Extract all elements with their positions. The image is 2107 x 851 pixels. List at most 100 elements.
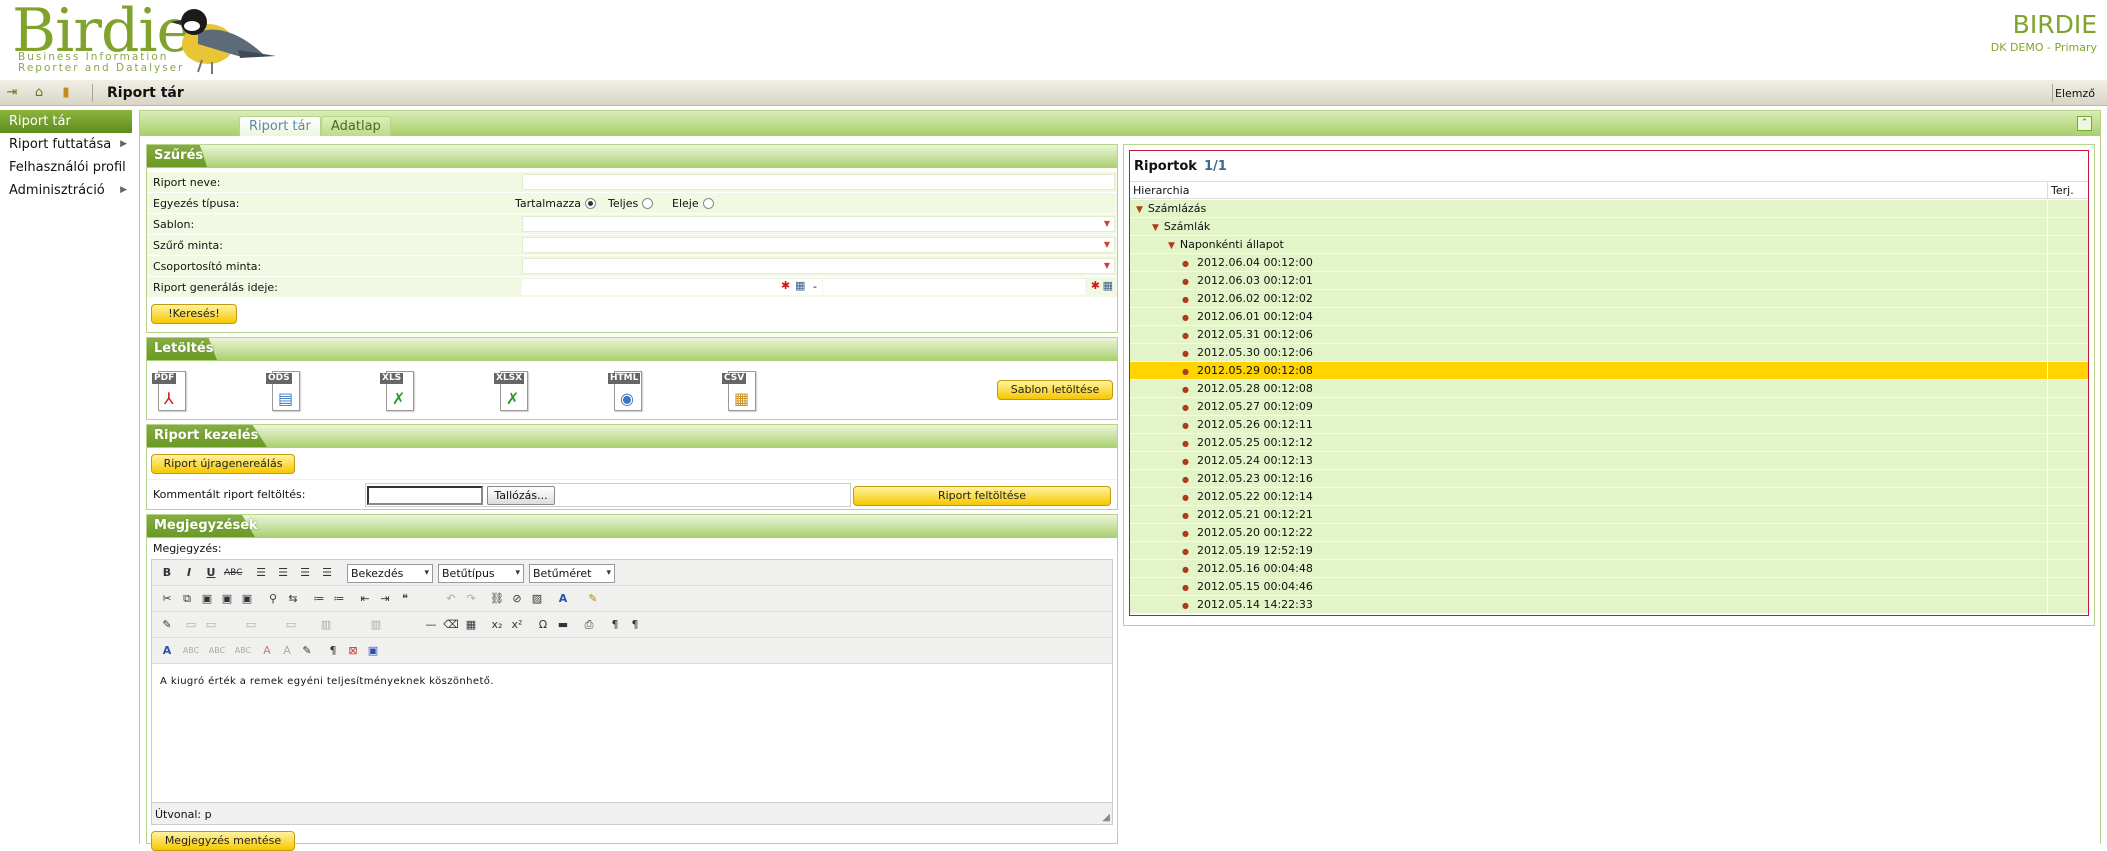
report-entry-row[interactable]: ● 2012.05.24 00:12:13 [1130,452,2088,470]
match-option-contains[interactable]: Tartalmazza [515,197,597,210]
tree-folder-row[interactable]: ▼ Naponkénti állapot [1130,236,2088,254]
expand-triangle-icon[interactable]: ▼ [1136,205,1143,215]
match-option-start[interactable]: Eleje [672,197,714,210]
image-icon[interactable]: ▨ [528,590,546,608]
save-note-button[interactable]: Megjegyzés mentése [151,831,295,851]
ods-download-icon[interactable]: ODS ▤ [266,369,302,413]
csv-download-icon[interactable]: CSV ▦ [722,369,758,413]
report-entry-row[interactable]: ● 2012.05.15 00:04:46 [1130,578,2088,596]
upload-file-input[interactable] [367,486,483,505]
blockquote-icon[interactable]: ❝ [396,590,414,608]
report-name-input[interactable] [522,174,1115,190]
report-entry-row[interactable]: ● 2012.05.22 00:12:14 [1130,488,2088,506]
xlsx-download-icon[interactable]: XLSX ✗ [494,369,530,413]
paste-text-icon[interactable]: ▣ [218,590,236,608]
report-entry-row[interactable]: ● 2012.05.30 00:12:06 [1130,344,2088,362]
edit-icon[interactable]: ✎ [158,616,176,634]
sidebar-item-report-store[interactable]: Riport tár [0,110,132,133]
clear-date-icon[interactable]: ✱ [1091,279,1100,292]
abbr-icon[interactable]: ABC [208,642,226,660]
column-header-hierarchy[interactable]: Hierarchia [1133,182,1189,199]
report-entry-row[interactable]: ● 2012.05.21 00:12:21 [1130,506,2088,524]
strikethrough-icon[interactable]: ABC [224,564,242,582]
font-family-select[interactable]: Betűtípus [438,564,524,583]
styles-icon[interactable]: A [158,642,176,660]
show-blocks-icon[interactable]: ¶ [324,642,342,660]
report-entry-row[interactable]: ● 2012.05.26 00:12:11 [1130,416,2088,434]
report-entry-row[interactable]: ● 2012.05.16 00:04:48 [1130,560,2088,578]
horizontal-rule-icon[interactable]: — [422,616,440,634]
find-icon[interactable]: ⚲ [264,590,282,608]
align-left-icon[interactable]: ☰ [252,564,270,582]
browse-button[interactable]: Tallózás... [487,486,555,505]
link-icon[interactable]: ⛓ [488,590,506,608]
paste-word-icon[interactable]: ▣ [238,590,256,608]
date-from-input[interactable] [522,279,822,295]
subscript-icon[interactable]: x₂ [488,616,506,634]
match-option-full[interactable]: Teljes [608,197,654,210]
print-icon[interactable]: ⎙ [580,616,598,634]
report-entry-row[interactable]: ● 2012.06.03 00:12:01 [1130,272,2088,290]
nonbreaking-icon[interactable]: ⊠ [344,642,362,660]
report-entry-row[interactable]: ● 2012.05.27 00:12:09 [1130,398,2088,416]
rtl-icon[interactable]: ¶ [626,616,644,634]
italic-icon[interactable]: I [180,564,198,582]
radio-icon[interactable] [702,198,714,209]
merge-cells-icon[interactable]: ▥ [317,616,335,634]
table-cell-icon[interactable]: ▭ [282,616,300,634]
text-color-icon[interactable]: A [554,590,572,608]
collapse-up-icon[interactable]: ⌃ [2077,116,2092,131]
search-button[interactable]: !Keresés! [151,304,237,324]
report-entry-row[interactable]: ● 2012.05.20 00:12:22 [1130,524,2088,542]
redo-icon[interactable]: ↷ [462,590,480,608]
report-entry-row[interactable]: ● 2012.06.02 00:12:02 [1130,290,2088,308]
export-icon[interactable]: ⇥ [4,86,20,100]
report-entry-row[interactable]: ● 2012.05.25 00:12:12 [1130,434,2088,452]
download-template-button[interactable]: Sablon letöltése [997,380,1113,400]
attributes-icon[interactable]: ✎ [298,642,316,660]
del-icon[interactable]: A [258,642,276,660]
indent-icon[interactable]: ⇥ [376,590,394,608]
report-entry-row[interactable]: ● 2012.06.01 00:12:04 [1130,308,2088,326]
outdent-icon[interactable]: ⇤ [356,590,374,608]
report-entry-row[interactable]: ● 2012.05.29 00:12:08 [1130,362,2088,380]
radio-icon[interactable] [642,198,654,209]
report-entry-row[interactable]: ● 2012.06.04 00:12:00 [1130,254,2088,272]
filter-template-select[interactable]: ▼ [522,237,1115,253]
expand-triangle-icon[interactable]: ▼ [1152,223,1159,233]
align-center-icon[interactable]: ☰ [274,564,292,582]
report-entry-row[interactable]: ● 2012.05.28 00:12:08 [1130,380,2088,398]
template-icon[interactable]: ▣ [364,642,382,660]
split-cells-icon[interactable]: ▥ [367,616,385,634]
sidebar-item-run-report[interactable]: Riport futtatása ▶ [0,133,132,156]
expand-triangle-icon[interactable]: ▼ [1168,241,1175,251]
table-row-icon[interactable]: ▭ [202,616,220,634]
ins-icon[interactable]: A [278,642,296,660]
ltr-icon[interactable]: ¶ [606,616,624,634]
align-justify-icon[interactable]: ☰ [318,564,336,582]
table-icon[interactable]: ▭ [182,616,200,634]
report-entry-row[interactable]: ● 2012.05.14 14:22:33 [1130,596,2088,614]
editor-body[interactable]: A kiugró érték a remek egyéni teljesítmé… [152,664,1112,802]
font-size-select[interactable]: Betűméret [529,564,615,583]
template-select[interactable]: ▼ [522,216,1115,232]
tab-report-store[interactable]: Riport tár [239,116,321,136]
bookmark-icon[interactable]: ▮ [58,86,74,100]
analyzer-link[interactable]: Elemző [2055,87,2095,100]
sidebar-item-user-profile[interactable]: Felhasználói profil [0,156,132,179]
paste-icon[interactable]: ▣ [198,590,216,608]
tab-datasheet[interactable]: Adatlap [321,116,391,136]
column-header-size[interactable]: Terj. [2051,182,2074,199]
html-download-icon[interactable]: HTML ◉ [608,369,644,413]
copy-icon[interactable]: ⧉ [178,590,196,608]
report-entry-row[interactable]: ● 2012.05.31 00:12:06 [1130,326,2088,344]
report-entry-row[interactable]: ● 2012.05.19 12:52:19 [1130,542,2088,560]
sidebar-item-administration[interactable]: Adminisztráció ▶ [0,179,132,202]
remove-format-icon[interactable]: ⌫ [442,616,460,634]
xls-download-icon[interactable]: XLS ✗ [380,369,416,413]
table-col-icon[interactable]: ▭ [242,616,260,634]
grouping-template-select[interactable]: ▼ [522,258,1115,274]
upload-report-button[interactable]: Riport feltöltése [853,486,1111,506]
bullet-list-icon[interactable]: ≔ [310,590,328,608]
home-icon[interactable]: ⌂ [31,86,47,100]
